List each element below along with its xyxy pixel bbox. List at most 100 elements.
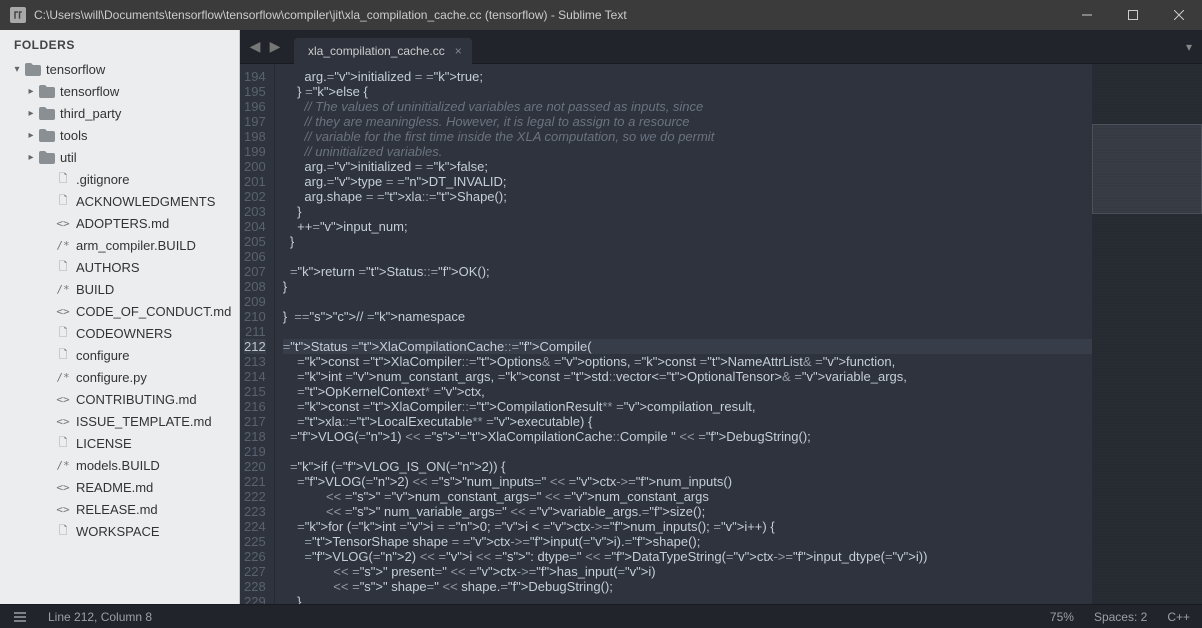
status-bar: Line 212, Column 8 75% Spaces: 2 C++: [0, 604, 1202, 628]
tree-item-label: WORKSPACE: [76, 524, 160, 539]
tree-item-label: .gitignore: [76, 172, 129, 187]
tree-item-label: BUILD: [76, 282, 114, 297]
folder-tree[interactable]: ▾ tensorflow ▸ tensorflow ▸ third_party ▸ too…: [0, 58, 239, 604]
code-editor[interactable]: 1941951961971981992002012022032042052062…: [240, 64, 1092, 604]
window-titlebar: C:\Users\will\Documents\tensorflow\tenso…: [0, 0, 1202, 30]
tab-close-icon[interactable]: ×: [455, 44, 462, 58]
file-icon: 🗋: [54, 170, 72, 189]
tree-file[interactable]: 🗋 ACKNOWLEDGMENTS: [0, 190, 239, 212]
tree-folder[interactable]: ▸ util: [0, 146, 239, 168]
tree-item-label: README.md: [76, 480, 153, 495]
chevron-right-icon: ▸: [24, 152, 38, 163]
tab-overflow-button[interactable]: ▾: [1186, 40, 1192, 54]
tree-item-label: ADOPTERS.md: [76, 216, 169, 231]
tree-file[interactable]: 🗋 CODEOWNERS: [0, 322, 239, 344]
file-icon: 🗋: [54, 346, 72, 365]
chevron-right-icon: ▸: [24, 86, 38, 97]
minimize-button[interactable]: [1064, 0, 1110, 30]
tree-item-label: AUTHORS: [76, 260, 140, 275]
file-icon: <>: [54, 415, 72, 428]
tree-item-label: third_party: [60, 106, 121, 121]
tree-folder[interactable]: ▸ third_party: [0, 102, 239, 124]
file-icon: /*: [54, 239, 72, 252]
app-logo-icon: [10, 7, 26, 23]
folder-icon: [38, 107, 56, 120]
file-icon: <>: [54, 217, 72, 230]
menu-icon[interactable]: [12, 609, 28, 625]
tab-history-nav: ◀ ▶: [246, 38, 284, 55]
tree-file[interactable]: <> CODE_OF_CONDUCT.md: [0, 300, 239, 322]
code-content[interactable]: arg.="v">initialized = ="k">true; } ="k"…: [275, 64, 1092, 604]
file-icon: /*: [54, 283, 72, 296]
tab-active[interactable]: xla_compilation_cache.cc ×: [294, 38, 472, 64]
window-controls: [1064, 0, 1202, 30]
tree-item-label: ACKNOWLEDGMENTS: [76, 194, 215, 209]
line-number-gutter: 1941951961971981992002012022032042052062…: [240, 64, 275, 604]
minimap[interactable]: [1092, 64, 1202, 604]
tree-file[interactable]: <> RELEASE.md: [0, 498, 239, 520]
tree-folder[interactable]: ▸ tools: [0, 124, 239, 146]
file-icon: <>: [54, 393, 72, 406]
tree-item-label: models.BUILD: [76, 458, 160, 473]
tree-file[interactable]: 🗋 configure: [0, 344, 239, 366]
tree-file[interactable]: /* arm_compiler.BUILD: [0, 234, 239, 256]
tree-item-label: CODE_OF_CONDUCT.md: [76, 304, 231, 319]
tree-item-label: tensorflow: [60, 84, 119, 99]
tree-item-label: util: [60, 150, 77, 165]
tree-root-folder[interactable]: ▾ tensorflow: [0, 58, 239, 80]
tree-file[interactable]: 🗋 LICENSE: [0, 432, 239, 454]
chevron-right-icon: ▸: [24, 130, 38, 141]
tree-file[interactable]: <> ADOPTERS.md: [0, 212, 239, 234]
tree-item-label: CONTRIBUTING.md: [76, 392, 197, 407]
folder-icon: [38, 129, 56, 142]
tab-label: xla_compilation_cache.cc: [308, 44, 445, 58]
file-icon: <>: [54, 305, 72, 318]
window-title: C:\Users\will\Documents\tensorflow\tenso…: [34, 8, 1064, 22]
tree-file[interactable]: /* BUILD: [0, 278, 239, 300]
file-icon: 🗋: [54, 522, 72, 541]
chevron-right-icon: ▸: [24, 108, 38, 119]
tree-file[interactable]: /* models.BUILD: [0, 454, 239, 476]
tree-item-label: configure.py: [76, 370, 147, 385]
minimap-viewport[interactable]: [1092, 124, 1202, 214]
tree-item-label: tensorflow: [46, 62, 105, 77]
tree-folder[interactable]: ▸ tensorflow: [0, 80, 239, 102]
tree-item-label: tools: [60, 128, 87, 143]
tree-file[interactable]: /* configure.py: [0, 366, 239, 388]
tree-file[interactable]: 🗋 AUTHORS: [0, 256, 239, 278]
status-indent[interactable]: Spaces: 2: [1094, 610, 1147, 624]
file-icon: /*: [54, 371, 72, 384]
file-icon: 🗋: [54, 324, 72, 343]
sidebar-header: FOLDERS: [0, 30, 239, 58]
folders-sidebar: FOLDERS ▾ tensorflow ▸ tensorflow ▸ third_p…: [0, 30, 240, 604]
chevron-down-icon: ▾: [10, 64, 24, 75]
tree-item-label: arm_compiler.BUILD: [76, 238, 196, 253]
tree-item-label: RELEASE.md: [76, 502, 158, 517]
tree-file[interactable]: 🗋 WORKSPACE: [0, 520, 239, 542]
tab-forward-button[interactable]: ▶: [266, 38, 284, 55]
tree-item-label: LICENSE: [76, 436, 132, 451]
file-icon: 🗋: [54, 434, 72, 453]
file-icon: /*: [54, 459, 72, 472]
tree-item-label: configure: [76, 348, 129, 363]
maximize-button[interactable]: [1110, 0, 1156, 30]
file-icon: 🗋: [54, 192, 72, 211]
status-zoom[interactable]: 75%: [1050, 610, 1074, 624]
tree-item-label: CODEOWNERS: [76, 326, 172, 341]
tree-file[interactable]: <> ISSUE_TEMPLATE.md: [0, 410, 239, 432]
close-button[interactable]: [1156, 0, 1202, 30]
folder-open-icon: [24, 63, 42, 76]
tree-file[interactable]: <> README.md: [0, 476, 239, 498]
tab-back-button[interactable]: ◀: [246, 38, 264, 55]
tab-bar: ◀ ▶ xla_compilation_cache.cc × ▾: [240, 30, 1202, 64]
folder-icon: [38, 151, 56, 164]
tree-item-label: ISSUE_TEMPLATE.md: [76, 414, 212, 429]
file-icon: <>: [54, 503, 72, 516]
status-language[interactable]: C++: [1167, 610, 1190, 624]
tree-file[interactable]: <> CONTRIBUTING.md: [0, 388, 239, 410]
folder-icon: [38, 85, 56, 98]
status-cursor-position[interactable]: Line 212, Column 8: [48, 610, 152, 624]
file-icon: 🗋: [54, 258, 72, 277]
tree-file[interactable]: 🗋 .gitignore: [0, 168, 239, 190]
file-icon: <>: [54, 481, 72, 494]
